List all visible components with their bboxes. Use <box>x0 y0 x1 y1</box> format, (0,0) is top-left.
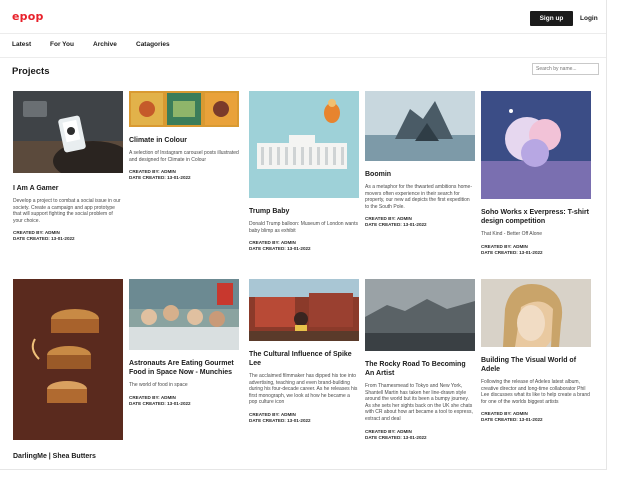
nav-item-for-you[interactable]: For You <box>50 41 74 48</box>
project-thumbnail[interactable] <box>129 279 239 350</box>
date-created: DATE CREATED: 13-01-2022 <box>365 222 427 228</box>
project-card[interactable]: Astronauts Are Eating Gourmet Food in Sp… <box>129 279 239 407</box>
project-card[interactable]: Climate in Colour A selection of Instagr… <box>129 91 239 181</box>
card-title[interactable]: I Am A Gamer <box>13 184 123 193</box>
card-description: The world of food in space <box>129 382 188 388</box>
project-thumbnail[interactable] <box>129 91 239 127</box>
project-card[interactable]: The Rocky Road To Becoming An Artist Fro… <box>365 279 475 441</box>
card-title[interactable]: The Cultural Influence of Spike Lee <box>249 350 359 368</box>
project-thumbnail[interactable] <box>13 279 123 440</box>
brand-logo[interactable]: epop <box>12 10 44 23</box>
card-title[interactable]: Astronauts Are Eating Gourmet Food in Sp… <box>129 359 239 377</box>
project-card[interactable]: Soho Works x Everpress: T-shirt design c… <box>481 91 591 256</box>
login-link[interactable]: Login <box>580 11 598 26</box>
card-title[interactable]: DarlingMe | Shea Butters <box>13 452 123 461</box>
card-meta: CREATED BY: ADMIN DATE CREATED: 13-01-20… <box>481 244 591 256</box>
nav-item-categories[interactable]: Catagories <box>136 41 170 48</box>
date-created: DATE CREATED: 13-01-2022 <box>481 249 543 255</box>
card-description: From Thamesmead to Tokyo and New York, S… <box>365 383 473 422</box>
card-meta: CREATED BY: ADMIN DATE CREATED: 13-01-20… <box>365 216 475 228</box>
card-meta: CREATED BY: ADMIN DATE CREATED: 13-01-20… <box>481 411 591 423</box>
nav-item-archive[interactable]: Archive <box>93 41 117 48</box>
nav-item-latest[interactable]: Latest <box>12 41 31 48</box>
app-frame: epop Sign up Login Latest For You Archiv… <box>0 0 607 470</box>
top-bar: epop Sign up Login <box>0 0 606 34</box>
project-thumbnail[interactable] <box>365 91 475 161</box>
card-meta: CREATED BY: ADMIN DATE CREATED: 13-01-20… <box>365 429 475 441</box>
card-meta: CREATED BY: ADMIN DATE CREATED: 13-01-20… <box>129 169 239 181</box>
project-thumbnail[interactable] <box>365 279 475 351</box>
card-description: That Kind - Better Off Alone <box>481 231 543 237</box>
card-title[interactable]: Building The Visual World of Adele <box>481 356 591 374</box>
card-title[interactable]: Climate in Colour <box>129 136 239 145</box>
project-thumbnail[interactable] <box>481 279 591 347</box>
project-card[interactable]: I Am A Gamer Develop a project to combat… <box>13 91 123 242</box>
card-meta: CREATED BY: ADMIN DATE CREATED: 13-01-20… <box>249 240 359 252</box>
card-meta: CREATED BY: ADMIN DATE CREATED: 13-01-20… <box>13 230 123 242</box>
project-card[interactable]: Trump Baby Donald Trump balloon: Museum … <box>249 91 359 252</box>
card-description: Donald Trump balloon: Museum of London w… <box>249 221 358 234</box>
card-title[interactable]: Soho Works x Everpress: T-shirt design c… <box>481 208 591 226</box>
card-description: As a metaphor for the thwarted ambitions… <box>365 184 472 210</box>
date-created: DATE CREATED: 13-01-2022 <box>365 434 427 440</box>
date-created: DATE CREATED: 13-01-2022 <box>129 175 191 181</box>
main-nav: Latest For You Archive Catagories <box>0 34 606 58</box>
project-card[interactable]: Boomin As a metaphor for the thwarted am… <box>365 91 475 228</box>
page-title: Projects <box>12 66 50 77</box>
date-created: DATE CREATED: 13-01-2022 <box>481 417 543 423</box>
date-created: DATE CREATED: 13-01-2022 <box>129 400 191 406</box>
signup-button[interactable]: Sign up <box>530 11 573 26</box>
project-thumbnail[interactable] <box>13 91 123 173</box>
date-created: DATE CREATED: 13-01-2022 <box>249 246 311 252</box>
card-description: The acclaimed filmmaker has dipped his t… <box>249 373 358 406</box>
project-thumbnail[interactable] <box>249 279 359 341</box>
card-title[interactable]: Boomin <box>365 170 475 179</box>
card-description: Following the release of Adeles latest a… <box>481 379 590 405</box>
project-card[interactable]: Building The Visual World of Adele Follo… <box>481 279 591 423</box>
project-thumbnail[interactable] <box>481 91 591 199</box>
card-description: A selection of Instagram carousel posts … <box>129 150 239 163</box>
card-title[interactable]: Trump Baby <box>249 207 359 216</box>
date-created: DATE CREATED: 13-01-2022 <box>249 417 311 423</box>
search-input[interactable] <box>532 63 599 75</box>
card-meta: CREATED BY: ADMIN DATE CREATED: 13-01-20… <box>129 395 239 407</box>
project-thumbnail[interactable] <box>249 91 359 198</box>
card-title[interactable]: The Rocky Road To Becoming An Artist <box>365 360 475 378</box>
card-meta: CREATED BY: ADMIN DATE CREATED: 13-01-20… <box>249 412 359 424</box>
date-created: DATE CREATED: 13-01-2022 <box>13 236 75 242</box>
card-description: Develop a project to combat a social iss… <box>13 198 121 224</box>
project-card[interactable]: DarlingMe | Shea Butters <box>13 279 123 461</box>
project-card[interactable]: The Cultural Influence of Spike Lee The … <box>249 279 359 424</box>
